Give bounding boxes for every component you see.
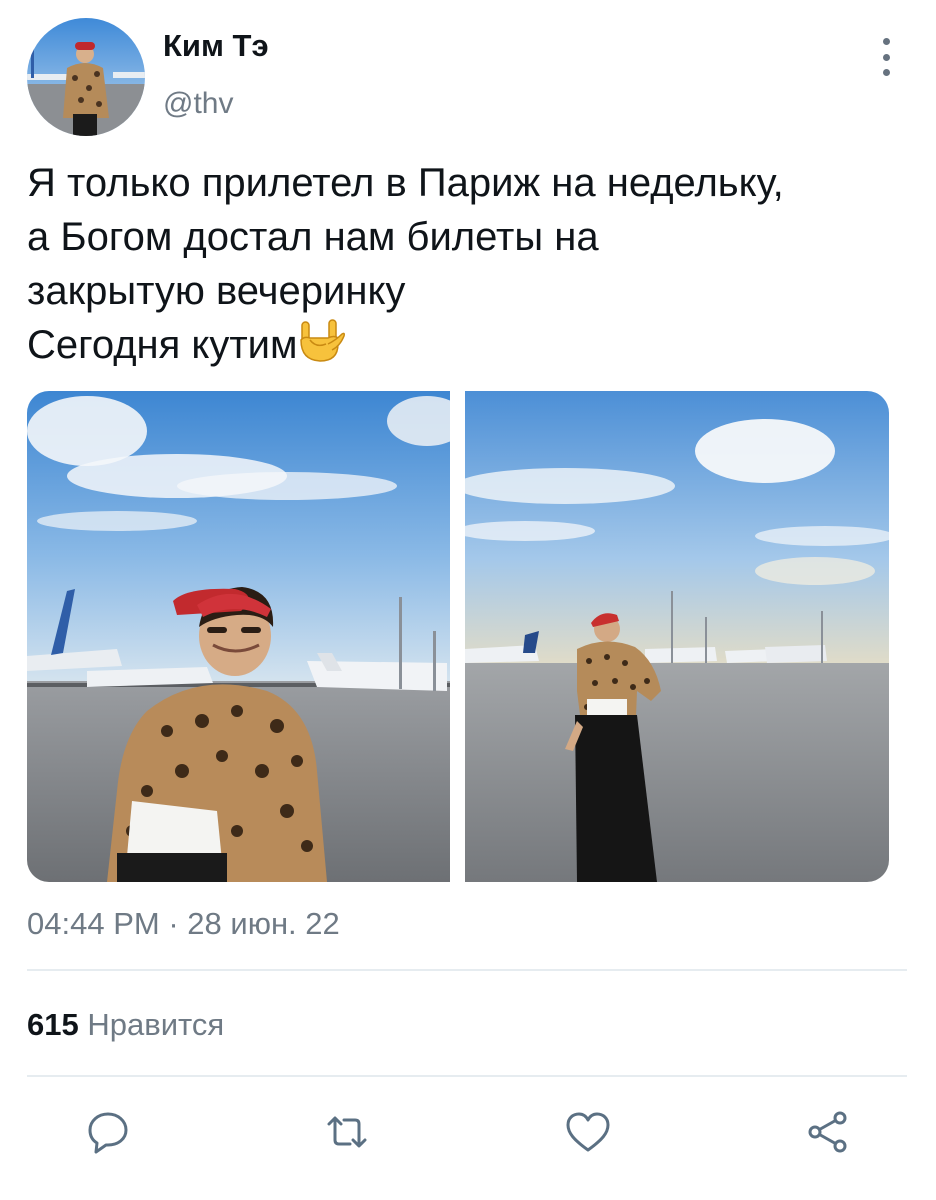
tweet-timestamp[interactable]: 04:44 PM · 28 июн. 22 [27, 904, 340, 944]
avatar-image [27, 18, 145, 136]
tweet-text-last-line: Сегодня кутим [27, 318, 907, 372]
display-name[interactable]: Ким Тэ [163, 28, 269, 64]
tweet-time: 04:44 PM [27, 906, 160, 941]
photo-1[interactable] [27, 391, 450, 882]
likes-label: Нравится [87, 1007, 225, 1042]
avatar[interactable] [27, 18, 145, 136]
reply-icon [88, 1112, 128, 1154]
share-button[interactable] [804, 1108, 852, 1156]
photo-2[interactable] [465, 391, 889, 882]
rock-on-hand-emoji-icon [298, 318, 346, 364]
reply-button[interactable] [84, 1108, 132, 1156]
divider [27, 1075, 907, 1077]
photo-man-close-up-icon [27, 391, 450, 882]
likes-count: 615 [27, 1007, 79, 1042]
tweet-text-line: а Богом достал нам билеты на [27, 215, 599, 259]
retweet-button[interactable] [323, 1108, 371, 1156]
user-handle[interactable]: @thv [163, 86, 233, 122]
media-grid [27, 391, 889, 882]
like-button[interactable] [564, 1108, 612, 1156]
share-icon [808, 1111, 847, 1153]
more-dot-icon [882, 53, 890, 61]
more-options-button[interactable] [868, 38, 904, 76]
more-dot-icon [882, 69, 890, 76]
photo-man-full-length-icon [465, 391, 889, 882]
timestamp-separator: · [168, 906, 179, 941]
likes-stat[interactable]: 615 Нравится [27, 1005, 224, 1045]
more-dot-icon [882, 38, 890, 45]
tweet-text: Я только прилетел в Париж на недельку, а… [27, 156, 907, 372]
tweet-text-line: закрытую вечеринку [27, 269, 406, 313]
tweet-text-line: Сегодня кутим [27, 323, 298, 367]
heart-icon [566, 1112, 610, 1152]
retweet-icon [327, 1116, 367, 1148]
divider [27, 969, 907, 971]
tweet-date: 28 июн. 22 [187, 906, 340, 941]
tweet-text-line: Я только прилетел в Париж на недельку, [27, 161, 784, 205]
